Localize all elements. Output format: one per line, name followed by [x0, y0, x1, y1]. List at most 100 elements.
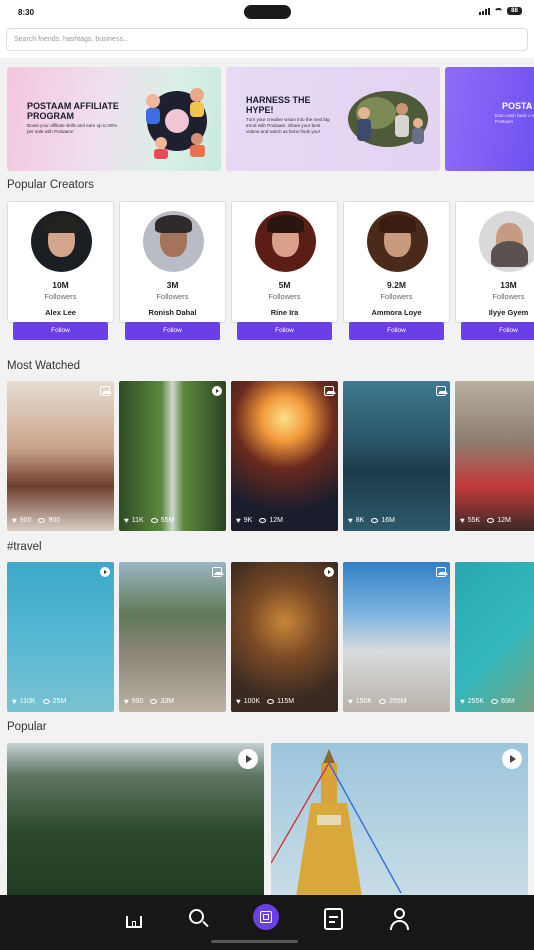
tile-stats: ♥ 110K 25M [12, 697, 66, 706]
eye-icon [267, 699, 275, 704]
eye-icon [150, 518, 158, 523]
media-tile[interactable]: ♥ 8K 16M [343, 381, 450, 531]
like-count: 990 [131, 698, 144, 705]
avatar [367, 211, 428, 272]
media-tile[interactable]: ♥ 9K 12M [231, 381, 338, 531]
eye-icon [259, 518, 267, 523]
media-tile[interactable] [271, 743, 528, 895]
view-count: 900 [48, 517, 61, 524]
heart-icon: ♥ [12, 516, 17, 525]
follow-button[interactable]: Follow [349, 322, 444, 340]
like-count: 9K [243, 517, 253, 524]
eye-icon [491, 699, 499, 704]
followers-label: Followers [492, 292, 525, 301]
heart-icon: ♥ [124, 697, 129, 706]
eye-icon [487, 518, 495, 523]
heart-icon: ♥ [236, 697, 241, 706]
banner-illustration [348, 91, 428, 147]
followers-label: Followers [268, 292, 301, 301]
status-icons: 88 [479, 7, 522, 15]
play-icon [212, 386, 222, 396]
create-post-icon[interactable] [253, 904, 279, 930]
media-tile[interactable]: ♥ 990 33M [119, 562, 226, 712]
search-input[interactable]: Search friends, hashtags, business... [6, 28, 528, 51]
dynamic-island [244, 5, 291, 19]
tile-stats: ♥ 55K 12M [460, 516, 511, 525]
follower-count: 3M [166, 280, 179, 290]
eye-icon [38, 518, 46, 523]
follow-button[interactable]: Follow [461, 322, 534, 340]
like-count: 110K [19, 698, 36, 705]
banner-title: POSTAAM AFFILIATE PROGRAM [27, 101, 119, 121]
creator-card[interactable]: 9.2M Followers Ammora Loye [343, 201, 450, 323]
eye-icon [150, 699, 158, 704]
image-icon [436, 567, 448, 577]
profile-icon[interactable] [388, 907, 412, 931]
like-count: 255K [467, 698, 485, 705]
creator-card[interactable]: 5M Followers Rine Ira [231, 201, 338, 323]
media-tile[interactable]: ♥ 55K 12M [455, 381, 534, 531]
media-tile[interactable]: ♥ 150K 255M [343, 562, 450, 712]
home-indicator [211, 940, 298, 943]
creator-card[interactable]: 3M Followers Ronish Dahal [119, 201, 226, 323]
avatar [479, 211, 534, 272]
follow-button[interactable]: Follow [13, 322, 108, 340]
banner-title: HARNESS THE HYPE! [246, 95, 311, 115]
creator-name: Ronish Dahal [148, 308, 197, 317]
heart-icon: ♥ [124, 516, 129, 525]
status-bar: 8:30 88 [0, 0, 534, 26]
media-tile[interactable] [7, 743, 264, 895]
media-tile[interactable]: ♥ 255K 69M [455, 562, 534, 712]
search-icon[interactable] [187, 907, 211, 931]
play-icon [502, 749, 522, 769]
view-count: 115M [277, 698, 295, 705]
hype-banner[interactable]: HARNESS THE HYPE! Turn your creative vis… [226, 67, 440, 171]
travel-carousel[interactable]: ♥ 110K 25M ♥ 990 33M ♥ 100K 115M ♥ 150K 255M ♥ 25… [7, 562, 534, 712]
battery-icon: 88 [507, 7, 522, 15]
eye-icon [371, 518, 379, 523]
image-icon [100, 386, 112, 396]
tile-stats: ♥ 8K 16M [348, 516, 395, 525]
media-tile[interactable]: ♥ 11K 55M [119, 381, 226, 531]
view-count: 55M [160, 517, 175, 524]
heart-icon: ♥ [12, 697, 17, 706]
affiliate-banner[interactable]: POSTAAM AFFILIATE PROGRAM Boost your aff… [7, 67, 221, 171]
feed-icon[interactable] [322, 907, 346, 931]
tile-stats: ♥ 900 900 [12, 516, 60, 525]
creator-card[interactable]: 10M Followers Alex Lee [7, 201, 114, 323]
banner-illustration [146, 88, 207, 159]
banner-description: Earn cash back o with Postaam [495, 113, 534, 124]
eye-icon [379, 699, 387, 704]
play-icon [324, 567, 334, 577]
play-icon [238, 749, 258, 769]
follow-button[interactable]: Follow [125, 322, 220, 340]
followers-label: Followers [156, 292, 189, 301]
follow-button[interactable]: Follow [237, 322, 332, 340]
avatar [255, 211, 316, 272]
view-count: 33M [160, 698, 175, 705]
like-count: 900 [19, 517, 32, 524]
section-title-most-watched: Most Watched [7, 360, 81, 372]
media-tile[interactable]: ♥ 100K 115M [231, 562, 338, 712]
image-icon [436, 386, 448, 396]
media-tile[interactable]: ♥ 110K 25M [7, 562, 114, 712]
popular-carousel[interactable] [7, 743, 534, 895]
image-icon [212, 567, 224, 577]
creator-name: Rine Ira [270, 308, 299, 317]
heart-icon: ♥ [460, 516, 465, 525]
creator-card[interactable]: 13M Followers Ilyye Gyem [455, 201, 534, 323]
banner-description: Turn your creative vision into the next … [246, 117, 330, 134]
home-icon[interactable] [122, 907, 146, 931]
search-bar: Search friends, hashtags, business... [0, 26, 534, 58]
play-icon [100, 567, 110, 577]
creators-carousel[interactable]: 10M Followers Alex Lee 3M Followers Roni… [7, 201, 534, 323]
avatar [31, 211, 92, 272]
media-tile[interactable]: ♥ 900 900 [7, 381, 114, 531]
section-title-travel: #travel [7, 541, 42, 553]
view-count: 12M [269, 517, 283, 524]
tile-stats: ♥ 11K 55M [124, 516, 174, 525]
promo-carousel[interactable]: POSTAAM AFFILIATE PROGRAM Boost your aff… [7, 67, 534, 171]
heart-icon: ♥ [348, 516, 353, 525]
cashback-banner[interactable]: POSTA Earn cash back o with Postaam [445, 67, 534, 171]
most-watched-carousel[interactable]: ♥ 900 900 ♥ 11K 55M ♥ 9K 12M ♥ 8K 16M ♥ 55K 12M [7, 381, 534, 531]
